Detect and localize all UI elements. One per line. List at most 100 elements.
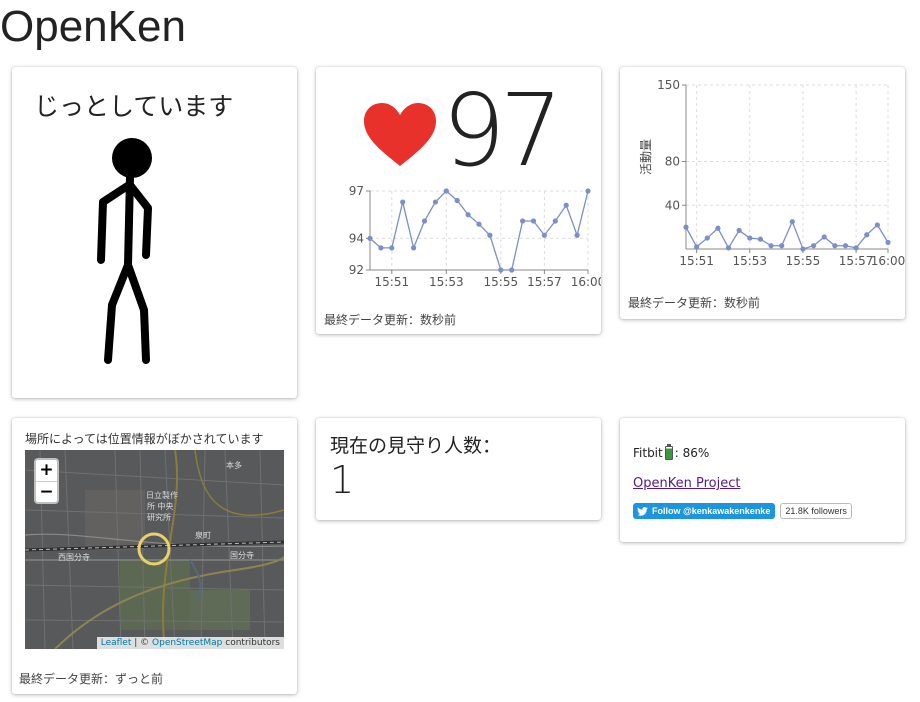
data-point <box>400 199 406 205</box>
y-tick-label: 40 <box>665 198 680 212</box>
watchers-count: 1 <box>330 458 355 502</box>
battery-icon <box>664 444 673 460</box>
fitbit-label: Fitbit <box>633 446 663 460</box>
standing-figure-icon <box>97 138 152 364</box>
data-point <box>832 243 838 249</box>
map-label: 所 中央 <box>147 502 174 511</box>
zoom-in-button[interactable]: + <box>36 460 57 481</box>
data-point <box>853 245 859 251</box>
fitbit-status: Fitbit : 86% <box>633 444 710 460</box>
twitter-followers-count[interactable]: 21.8K followers <box>780 503 852 519</box>
data-point <box>747 235 753 241</box>
data-point <box>563 202 569 208</box>
series-line <box>685 219 889 250</box>
info-card: Fitbit : 86% OpenKen Project Follow @ken… <box>620 418 905 542</box>
data-point <box>509 267 515 273</box>
status-text: じっとしています <box>34 92 234 121</box>
data-point <box>476 221 482 227</box>
data-point <box>800 246 806 252</box>
y-tick-label: 94 <box>349 231 364 245</box>
data-point <box>715 225 721 231</box>
map-label: 西国分寺 <box>58 553 90 562</box>
twitter-follow-button[interactable]: Follow @kenkawakenkenke <box>633 503 776 519</box>
data-point <box>683 224 689 230</box>
heart-rate-value: 97 <box>442 72 563 189</box>
data-point <box>520 218 526 224</box>
site-title: OpenKen <box>0 2 186 51</box>
data-point <box>779 243 785 249</box>
x-tick-label: 15:53 <box>732 254 767 268</box>
project-link[interactable]: OpenKen Project <box>633 476 740 491</box>
twitter-follow-label: Follow @kenkawakenkenke <box>652 506 771 516</box>
data-point <box>810 243 817 249</box>
data-point <box>389 245 395 251</box>
data-point <box>541 232 547 238</box>
data-point <box>454 197 460 204</box>
zoom-control: + − <box>34 458 59 504</box>
attribution-contributors: contributors <box>222 638 280 648</box>
map-card: 場所によっては位置情報がぼかされています 本多 日立製作 所 中央 研究所 西国… <box>12 418 297 694</box>
heart-icon <box>364 103 436 166</box>
data-point <box>465 212 471 218</box>
x-tick-label: 15:51 <box>375 275 410 289</box>
last-update-text: 最終データ更新：数秒前 <box>628 296 761 310</box>
map-label: 研究所 <box>147 513 171 522</box>
watchers-card: 現在の見守り人数： 1 <box>316 418 601 520</box>
x-tick-label: 15:55 <box>786 254 821 268</box>
data-point <box>432 199 438 205</box>
heart-rate-card: 97 92 94 97 15:51 15:53 15:55 15:57 16:00 最終データ… <box>316 67 601 334</box>
x-tick-label: 16:00 <box>571 275 601 289</box>
data-point <box>704 235 710 241</box>
watchers-label: 現在の見守り人数： <box>330 435 502 457</box>
data-point <box>552 218 558 224</box>
attribution-separator: | © <box>131 638 153 648</box>
y-tick-label: 150 <box>657 78 680 92</box>
data-point <box>864 232 870 238</box>
twitter-follow-widget: Follow @kenkawakenkenke 21.8K followers <box>633 503 852 519</box>
data-point <box>421 218 428 224</box>
y-tick-label: 80 <box>665 155 680 169</box>
x-tick-label: 15:53 <box>429 275 464 289</box>
x-tick-label: 15:51 <box>679 254 714 268</box>
last-update-text: 最終データ更新：ずっと前 <box>19 672 164 686</box>
y-axis-label: 活動量 <box>639 139 653 175</box>
leaflet-link[interactable]: Leaflet <box>101 638 132 648</box>
data-point <box>874 222 880 228</box>
activity-card: 40 80 150 15:51 15:53 15:55 15:57 16:00 活動量 最終デー… <box>620 67 905 319</box>
map-caption: 場所によっては位置情報がぼかされています <box>25 432 264 446</box>
x-tick-label: 16:00 <box>871 254 905 268</box>
heart-rate-chart: 92 94 97 15:51 15:53 15:55 15:57 16:00 <box>349 184 601 289</box>
data-point <box>585 188 591 194</box>
data-point <box>694 244 700 250</box>
location-map[interactable]: 本多 日立製作 所 中央 研究所 西国分寺 国分寺 泉町 + − Leaflet… <box>25 450 284 649</box>
data-point <box>842 243 849 249</box>
map-label: 泉町 <box>195 531 211 540</box>
data-point <box>487 232 493 238</box>
data-point <box>443 188 449 194</box>
y-tick-label: 92 <box>349 263 364 277</box>
activity-chart: 40 80 150 15:51 15:53 15:55 15:5716:00 活動量 <box>639 78 905 268</box>
map-label: 本多 <box>226 461 242 470</box>
x-tick-label: 15:57 <box>527 275 562 289</box>
data-point <box>725 245 732 251</box>
data-point <box>378 245 384 251</box>
data-point <box>736 227 742 234</box>
last-update-text: 最終データ更新：数秒前 <box>324 313 457 327</box>
data-point <box>885 239 891 246</box>
data-point <box>574 232 580 238</box>
map-attribution: Leaflet | © OpenStreetMap contributors <box>96 637 284 649</box>
osm-link[interactable]: OpenStreetMap <box>152 638 222 648</box>
fitbit-battery-value: : 86% <box>674 446 710 460</box>
x-tick-label: 15:55 <box>484 275 519 289</box>
data-point <box>789 219 795 225</box>
data-point <box>757 236 764 242</box>
y-tick-label: 97 <box>349 184 364 198</box>
data-point <box>411 245 417 251</box>
data-point <box>530 218 537 224</box>
map-label: 日立製作 <box>146 491 178 500</box>
zoom-out-button[interactable]: − <box>36 481 57 502</box>
data-point <box>821 234 827 240</box>
twitter-bird-icon <box>637 506 648 516</box>
data-point <box>498 267 504 273</box>
x-tick-label: 15:57 <box>839 254 874 268</box>
